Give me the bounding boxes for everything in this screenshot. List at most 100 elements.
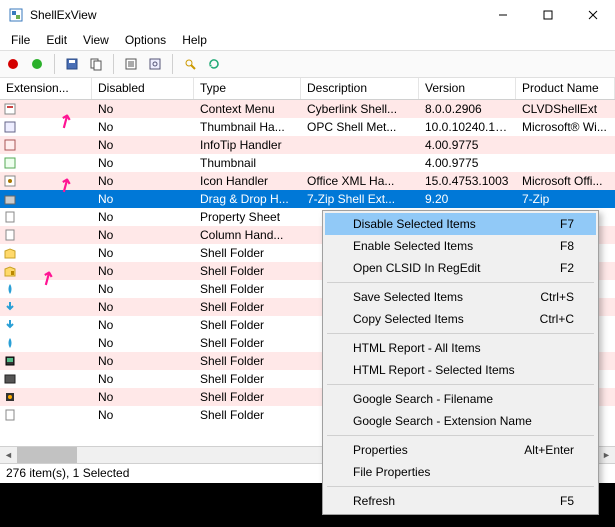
cell-type: Shell Folder — [194, 390, 301, 404]
row-icon — [0, 336, 20, 350]
cell-type: Shell Folder — [194, 372, 301, 386]
close-button[interactable] — [570, 0, 615, 30]
row-icon — [0, 192, 20, 206]
cell-disabled: No — [92, 102, 194, 116]
row-icon — [0, 228, 20, 242]
menu-item[interactable]: File Properties — [325, 461, 596, 483]
row-icon — [0, 300, 20, 314]
context-menu: Disable Selected ItemsF7Enable Selected … — [322, 210, 599, 515]
menu-options[interactable]: Options — [118, 31, 173, 49]
table-row[interactable]: NoInfoTip Handler4.00.9775 — [0, 136, 615, 154]
settings-icon[interactable] — [146, 55, 164, 73]
cell-description: OPC Shell Met... — [301, 120, 419, 134]
table-row[interactable]: NoDrag & Drop H...7-Zip Shell Ext...9.20… — [0, 190, 615, 208]
table-row[interactable]: NoIcon HandlerOffice XML Ha...15.0.4753.… — [0, 172, 615, 190]
row-icon — [0, 174, 20, 188]
menu-separator — [327, 282, 594, 283]
menu-edit[interactable]: Edit — [39, 31, 74, 49]
row-icon — [0, 246, 20, 260]
cell-disabled: No — [92, 246, 194, 260]
menu-separator — [327, 435, 594, 436]
menu-item[interactable]: Disable Selected ItemsF7 — [325, 213, 596, 235]
menu-help[interactable]: Help — [175, 31, 214, 49]
cell-disabled: No — [92, 336, 194, 350]
menu-item-label: Google Search - Filename — [353, 392, 574, 406]
save-icon[interactable] — [63, 55, 81, 73]
menu-item[interactable]: Google Search - Extension Name — [325, 410, 596, 432]
menu-view[interactable]: View — [76, 31, 116, 49]
header-disabled[interactable]: Disabled — [92, 78, 194, 99]
menu-item-label: File Properties — [353, 465, 574, 479]
cell-version: 4.00.9775 — [419, 156, 516, 170]
row-icon — [0, 138, 20, 152]
table-row[interactable]: NoContext MenuCyberlink Shell...8.0.0.29… — [0, 100, 615, 118]
menu-item[interactable]: Enable Selected ItemsF8 — [325, 235, 596, 257]
row-icon — [0, 210, 20, 224]
cell-type: Shell Folder — [194, 408, 301, 422]
cell-disabled: No — [92, 282, 194, 296]
menu-file[interactable]: File — [4, 31, 37, 49]
header-description[interactable]: Description — [301, 78, 419, 99]
cell-product: Microsoft Offi... — [516, 174, 615, 188]
enable-icon[interactable] — [28, 55, 46, 73]
header-product[interactable]: Product Name — [516, 78, 615, 99]
row-icon — [0, 318, 20, 332]
header-type[interactable]: Type — [194, 78, 301, 99]
cell-disabled: No — [92, 264, 194, 278]
cell-description: Cyberlink Shell... — [301, 102, 419, 116]
cell-disabled: No — [92, 156, 194, 170]
window-title: ShellExView — [30, 8, 480, 22]
column-headers: Extension... Disabled Type Description V… — [0, 78, 615, 100]
cell-disabled: No — [92, 318, 194, 332]
minimize-button[interactable] — [480, 0, 525, 30]
cell-version: 9.20 — [419, 192, 516, 206]
menu-item[interactable]: Save Selected ItemsCtrl+S — [325, 286, 596, 308]
cell-version: 4.00.9775 — [419, 138, 516, 152]
cell-type: Drag & Drop H... — [194, 192, 301, 206]
cell-disabled: No — [92, 300, 194, 314]
cell-version: 8.0.0.2906 — [419, 102, 516, 116]
menu-item[interactable]: HTML Report - Selected Items — [325, 359, 596, 381]
menu-item-label: Disable Selected Items — [353, 217, 560, 231]
menu-item-shortcut: F8 — [560, 239, 574, 253]
table-row[interactable]: NoThumbnail Ha...OPC Shell Met...10.0.10… — [0, 118, 615, 136]
menu-item[interactable]: Open CLSID In RegEditF2 — [325, 257, 596, 279]
table-row[interactable]: NoThumbnail4.00.9775 — [0, 154, 615, 172]
menu-item[interactable]: HTML Report - All Items — [325, 337, 596, 359]
cell-disabled: No — [92, 354, 194, 368]
scroll-left-icon[interactable]: ◄ — [0, 447, 17, 464]
menu-separator — [327, 333, 594, 334]
row-icon — [0, 408, 20, 422]
refresh-icon[interactable] — [205, 55, 223, 73]
title-bar: ShellExView — [0, 0, 615, 30]
row-icon — [0, 354, 20, 368]
menu-item[interactable]: Google Search - Filename — [325, 388, 596, 410]
cell-description: Office XML Ha... — [301, 174, 419, 188]
scroll-thumb[interactable] — [17, 447, 77, 463]
cell-product: 7-Zip — [516, 192, 615, 206]
find-icon[interactable] — [181, 55, 199, 73]
maximize-button[interactable] — [525, 0, 570, 30]
menu-item-shortcut: F2 — [560, 261, 574, 275]
cell-type: Shell Folder — [194, 246, 301, 260]
cell-disabled: No — [92, 138, 194, 152]
cell-disabled: No — [92, 174, 194, 188]
row-icon — [0, 264, 20, 278]
disable-icon[interactable] — [4, 55, 22, 73]
menu-separator — [327, 384, 594, 385]
properties-icon[interactable] — [122, 55, 140, 73]
menu-item[interactable]: RefreshF5 — [325, 490, 596, 512]
menu-item-label: Properties — [353, 443, 524, 457]
scroll-right-icon[interactable]: ► — [598, 447, 615, 464]
row-icon — [0, 156, 20, 170]
menu-item-shortcut: Ctrl+C — [540, 312, 574, 326]
header-extension[interactable]: Extension... — [0, 78, 92, 99]
app-icon — [8, 7, 24, 23]
copy-icon[interactable] — [87, 55, 105, 73]
cell-disabled: No — [92, 390, 194, 404]
menu-item[interactable]: PropertiesAlt+Enter — [325, 439, 596, 461]
row-icon — [0, 282, 20, 296]
menu-item[interactable]: Copy Selected ItemsCtrl+C — [325, 308, 596, 330]
header-version[interactable]: Version — [419, 78, 516, 99]
menu-item-label: HTML Report - All Items — [353, 341, 574, 355]
